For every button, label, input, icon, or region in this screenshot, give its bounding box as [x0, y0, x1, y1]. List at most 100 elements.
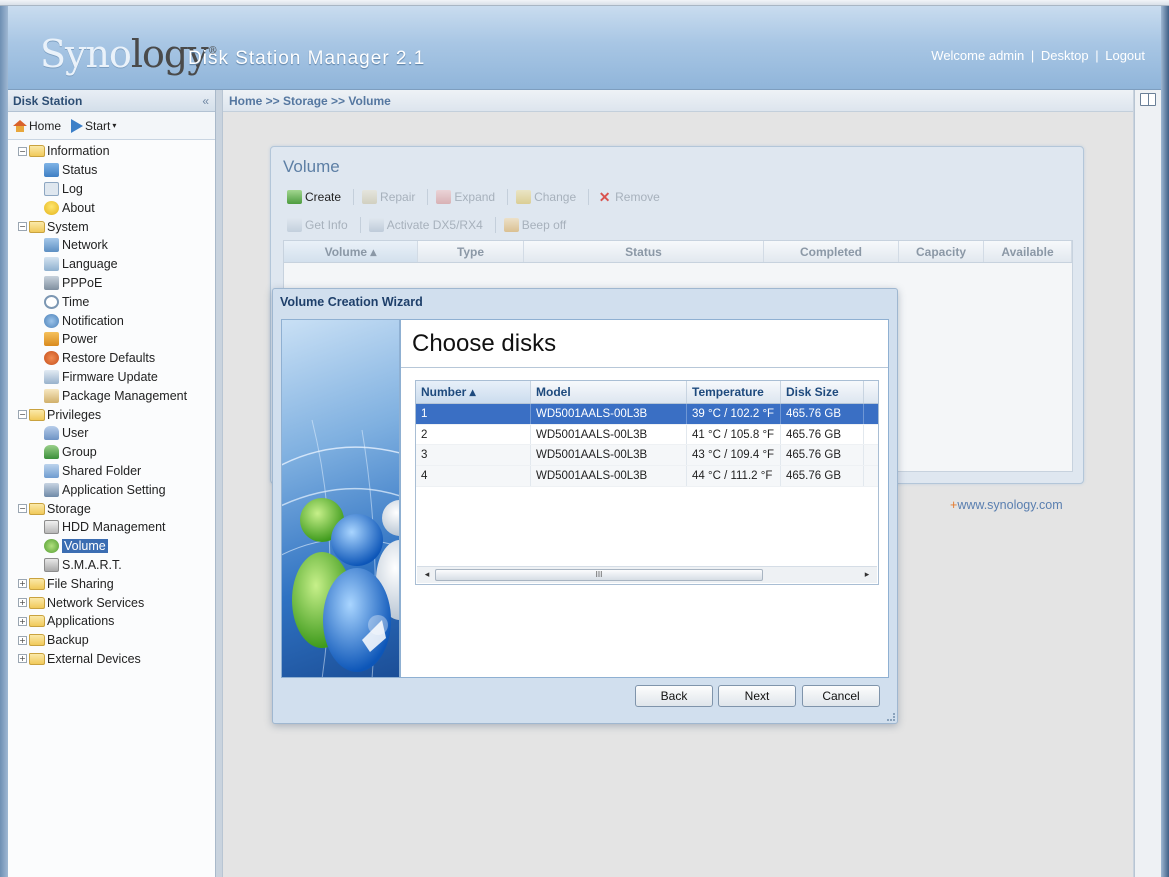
right-sidebar [1134, 90, 1161, 877]
scroll-right-arrow-icon[interactable]: ▸ [861, 569, 873, 581]
tree-item-restore-defaults[interactable]: Restore Defaults [8, 349, 215, 368]
tree-label-selected: Volume [62, 539, 108, 554]
tree-item-application-setting[interactable]: Application Setting [8, 480, 215, 499]
tree-item-shared-folder[interactable]: Shared Folder [8, 462, 215, 481]
expand-toggle-icon[interactable]: + [18, 635, 27, 645]
tree-item-power[interactable]: Power [8, 330, 215, 349]
column-available[interactable]: Available [984, 241, 1072, 262]
cell-disk-size: 465.76 GB [781, 445, 864, 466]
repair-button[interactable]: Repair [362, 190, 415, 204]
expand-icon [436, 190, 452, 204]
column-status[interactable]: Status [524, 241, 764, 262]
tree-item-group[interactable]: Group [8, 443, 215, 462]
next-button[interactable]: Next [718, 685, 796, 707]
tree-node-storage[interactable]: − Storage [8, 499, 215, 518]
log-icon [44, 181, 59, 196]
collapse-toggle-icon[interactable]: − [18, 146, 27, 156]
tree-node-information[interactable]: − Information [8, 142, 215, 161]
tree-item-volume[interactable]: Volume [8, 537, 215, 556]
network-icon [44, 238, 59, 253]
column-capacity[interactable]: Capacity [899, 241, 984, 262]
start-menu-button[interactable]: Start ▾ [71, 118, 116, 133]
desktop-link[interactable]: Desktop [1041, 48, 1089, 63]
column-disk-size[interactable]: Disk Size [781, 381, 864, 403]
table-row[interactable]: 2 WD5001AALS-00L3B 41 °C / 105.8 °F 465.… [416, 424, 878, 446]
create-button[interactable]: Create [287, 190, 341, 204]
scrollbar-thumb[interactable]: III [435, 569, 763, 581]
resize-grip-icon[interactable] [887, 713, 895, 721]
language-icon [44, 257, 59, 272]
tree-item-user[interactable]: User [8, 424, 215, 443]
column-model[interactable]: Model [531, 381, 687, 403]
expand-button[interactable]: Expand [436, 190, 495, 204]
column-number[interactable]: Number ▴ [416, 381, 531, 403]
volume-grid-header: Volume ▴ Type Status Completed Capacity … [284, 241, 1072, 263]
tree-item-package-management[interactable]: Package Management [8, 386, 215, 405]
tree-item-network[interactable]: Network [8, 236, 215, 255]
pppoe-icon [44, 275, 59, 290]
column-type[interactable]: Type [418, 241, 524, 262]
home-button[interactable]: Home [13, 119, 61, 133]
toolbar-separator [427, 189, 429, 205]
expand-toggle-icon[interactable]: + [18, 579, 27, 589]
get-info-button[interactable]: Get Info [287, 218, 348, 232]
logout-link[interactable]: Logout [1105, 48, 1145, 63]
back-button[interactable]: Back [635, 685, 713, 707]
column-volume[interactable]: Volume ▴ [284, 241, 418, 262]
table-row[interactable]: 3 WD5001AALS-00L3B 43 °C / 109.4 °F 465.… [416, 445, 878, 467]
tree-node-external-devices[interactable]: + External Devices [8, 650, 215, 669]
info-icon [287, 218, 302, 232]
clock-icon [44, 294, 59, 309]
tree-label: Firmware Update [62, 369, 158, 384]
tree-label: Notification [62, 313, 124, 328]
collapse-toggle-icon[interactable]: − [18, 504, 27, 514]
tree-item-smart[interactable]: S.M.A.R.T. [8, 556, 215, 575]
folder-icon [29, 408, 45, 421]
tree-item-firmware-update[interactable]: Firmware Update [8, 368, 215, 387]
tree-item-hdd-management[interactable]: HDD Management [8, 518, 215, 537]
tree-node-backup[interactable]: + Backup [8, 631, 215, 650]
expand-toggle-icon[interactable]: + [18, 616, 27, 626]
collapse-toggle-icon[interactable]: − [18, 222, 27, 232]
tree-item-notification[interactable]: Notification [8, 311, 215, 330]
tree-item-pppoe[interactable]: PPPoE [8, 274, 215, 293]
tree-node-privileges[interactable]: − Privileges [8, 405, 215, 424]
navigation-tree: − Information Status Log About − System … [8, 140, 215, 668]
create-label: Create [305, 190, 342, 204]
table-row[interactable]: 1 WD5001AALS-00L3B 39 °C / 102.2 °F 465.… [416, 404, 878, 425]
column-completed[interactable]: Completed [764, 241, 899, 262]
expand-toggle-icon[interactable]: + [18, 598, 27, 608]
toolbar-separator [494, 217, 496, 233]
lightbulb-icon [44, 200, 59, 215]
collapse-panel-button[interactable]: « [202, 90, 209, 112]
restore-icon [44, 351, 59, 366]
activate-button[interactable]: Activate DX5/RX4 [368, 218, 483, 232]
toolbar-separator [588, 189, 590, 205]
tree-item-status[interactable]: Status [8, 161, 215, 180]
remove-button[interactable]: ✕ Remove [597, 190, 660, 204]
horizontal-scrollbar[interactable]: ◂ III ▸ [417, 566, 877, 583]
cell-temperature: 41 °C / 105.8 °F [687, 424, 781, 445]
tree-item-language[interactable]: Language [8, 255, 215, 274]
table-row[interactable]: 4 WD5001AALS-00L3B 44 °C / 111.2 °F 465.… [416, 466, 878, 487]
window-frame-right [1161, 6, 1169, 877]
column-temperature[interactable]: Temperature [687, 381, 781, 403]
tree-node-file-sharing[interactable]: + File Sharing [8, 574, 215, 593]
cell-model: WD5001AALS-00L3B [531, 404, 687, 424]
collapse-toggle-icon[interactable]: − [18, 410, 27, 420]
tree-node-network-services[interactable]: + Network Services [8, 593, 215, 612]
synology-website-link[interactable]: +www.synology.com [950, 498, 1063, 512]
breadcrumb: Home >> Storage >> Volume [223, 90, 1133, 112]
tree-item-about[interactable]: About [8, 198, 215, 217]
change-button[interactable]: Change [516, 190, 576, 204]
expand-toggle-icon[interactable]: + [18, 654, 27, 664]
tree-item-log[interactable]: Log [8, 180, 215, 199]
cancel-button[interactable]: Cancel [802, 685, 880, 707]
folder-icon [29, 145, 45, 158]
tree-item-time[interactable]: Time [8, 292, 215, 311]
help-book-icon[interactable] [1140, 93, 1156, 106]
tree-node-applications[interactable]: + Applications [8, 612, 215, 631]
beep-off-button[interactable]: Beep off [503, 218, 566, 232]
scroll-left-arrow-icon[interactable]: ◂ [421, 569, 433, 581]
tree-node-system[interactable]: − System [8, 217, 215, 236]
